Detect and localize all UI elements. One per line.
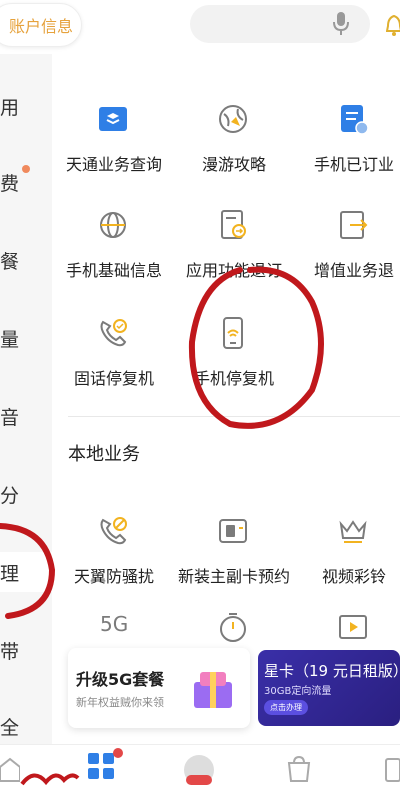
service-tiantong-query[interactable]: 天通业务查询 xyxy=(52,84,172,184)
service-landline-suspend[interactable]: 固话停复机 xyxy=(52,298,172,398)
promo-title: 升级5G套餐 xyxy=(76,670,165,689)
service-row: 固话停复机 手机停复机 xyxy=(52,298,400,398)
sidebar-item-plans[interactable]: 餐 xyxy=(0,240,52,280)
service-anti-harassment[interactable]: 天翼防骚扰 xyxy=(52,496,172,596)
service-mobile-suspend[interactable]: 手机停复机 xyxy=(172,298,292,398)
video-icon xyxy=(339,615,367,639)
5g-icon: 5G xyxy=(100,612,129,636)
sidebar-item-label: 分 xyxy=(0,484,20,507)
app-screen: 账户信息 用 费 餐 量 音 分 理 带 全 天通业务查询 漫游攻略 手机已订业… xyxy=(0,0,400,789)
mobile-suspend-icon xyxy=(223,317,243,349)
promo-subtitle: 新年权益贼你来领 xyxy=(76,696,164,709)
sidebar-item-label: 量 xyxy=(0,328,20,351)
phone-info-icon xyxy=(100,212,126,238)
sidebar-item-label: 费 xyxy=(0,172,20,195)
bottom-navigation xyxy=(0,744,400,789)
service-video-ringtone[interactable]: 视频彩铃 xyxy=(292,496,400,596)
service-label: 天翼防骚扰 xyxy=(73,567,154,586)
sidebar-item-usage[interactable]: 用 xyxy=(0,86,52,126)
roaming-globe-icon xyxy=(219,105,247,133)
sidebar-item-label: 全 xyxy=(0,716,20,739)
profile-icon[interactable] xyxy=(384,755,400,783)
local-service-row: 天翼防骚扰 新装主副卡预约 视频彩铃 xyxy=(52,496,400,596)
sidebar-item-data[interactable]: 量 xyxy=(0,318,52,358)
live-icon[interactable] xyxy=(180,753,218,787)
service-label: 视频彩铃 xyxy=(321,567,386,586)
sidebar-item-label: 音 xyxy=(0,406,20,429)
service-subscribed[interactable]: 手机已订业 xyxy=(292,84,400,184)
service-label: 固话停复机 xyxy=(73,369,154,388)
service-row: 手机基础信息 应用功能退订 增值业务退 xyxy=(52,190,400,290)
service-label: 增值业务退 xyxy=(313,261,394,280)
sim-card-icon xyxy=(219,519,247,543)
account-info-label: 账户信息 xyxy=(8,17,73,36)
local-section-title: 本地业务 xyxy=(68,444,140,465)
service-sim-reservation[interactable]: 新装主副卡预约 xyxy=(172,496,292,596)
shopping-bag-icon[interactable] xyxy=(286,755,312,783)
service-label: 手机基础信息 xyxy=(65,261,162,280)
service-label: 漫游攻略 xyxy=(201,155,266,174)
service-phone-info[interactable]: 手机基础信息 xyxy=(52,190,172,290)
service-roaming-guide[interactable]: 漫游攻略 xyxy=(172,84,292,184)
promo-subtitle: 30GB定向流量 xyxy=(264,686,332,697)
notification-dot xyxy=(22,165,30,173)
service-label: 新装主副卡预约 xyxy=(177,567,290,586)
promo-title: 星卡（19 元日租版） xyxy=(264,662,400,680)
landline-phone-icon xyxy=(100,319,127,347)
value-added-exit-icon xyxy=(340,211,368,239)
service-label: 手机已订业 xyxy=(313,155,394,174)
subscribed-document-icon xyxy=(341,105,369,135)
service-content: 天通业务查询 漫游攻略 手机已订业 手机基础信息 应用功能退订 增值业务退 固话… xyxy=(52,54,400,744)
crown-icon xyxy=(339,520,367,543)
bell-icon[interactable] xyxy=(386,14,400,36)
timer-icon xyxy=(220,613,246,642)
service-app-unsubscribe[interactable]: 应用功能退订 xyxy=(172,190,292,290)
sidebar-item-all[interactable]: 全 xyxy=(0,706,52,746)
category-sidebar: 用 费 餐 量 音 分 理 带 全 xyxy=(0,54,52,744)
sidebar-item-voice[interactable]: 音 xyxy=(0,396,52,436)
gift-illustration-icon xyxy=(194,672,232,708)
sidebar-item-label: 餐 xyxy=(0,250,20,273)
home-icon[interactable] xyxy=(0,755,20,783)
sidebar-item-handle[interactable]: 理 xyxy=(0,552,52,592)
microphone-icon[interactable] xyxy=(332,11,350,37)
service-label: 天通业务查询 xyxy=(65,155,162,174)
nav-notification-dot xyxy=(113,748,123,758)
service-value-added-exit[interactable]: 增值业务退 xyxy=(292,190,400,290)
sidebar-item-broadband[interactable]: 带 xyxy=(0,630,52,670)
sidebar-item-label: 用 xyxy=(0,96,20,119)
anti-harassment-icon xyxy=(100,517,127,545)
satellite-card-icon xyxy=(99,107,127,131)
promo-apply-button[interactable]: 点击办理 xyxy=(264,700,308,715)
service-label: 手机停复机 xyxy=(193,369,274,388)
service-label: 应用功能退订 xyxy=(185,261,282,280)
section-divider xyxy=(68,416,400,417)
sidebar-item-points[interactable]: 分 xyxy=(0,474,52,514)
sidebar-item-label: 理 xyxy=(0,562,20,585)
unsubscribe-icon xyxy=(221,210,246,239)
sidebar-item-label: 带 xyxy=(0,640,20,663)
services-grid-icon[interactable] xyxy=(86,751,116,781)
account-info-button[interactable]: 账户信息 xyxy=(0,3,82,47)
promo-star-card[interactable]: 星卡（19 元日租版） 30GB定向流量 点击办理 xyxy=(258,650,400,726)
top-bar: 账户信息 xyxy=(0,0,400,54)
promo-5g-upgrade[interactable]: 升级5G套餐 新年权益贼你来领 xyxy=(68,648,250,728)
service-row: 天通业务查询 漫游攻略 手机已订业 xyxy=(52,84,400,184)
